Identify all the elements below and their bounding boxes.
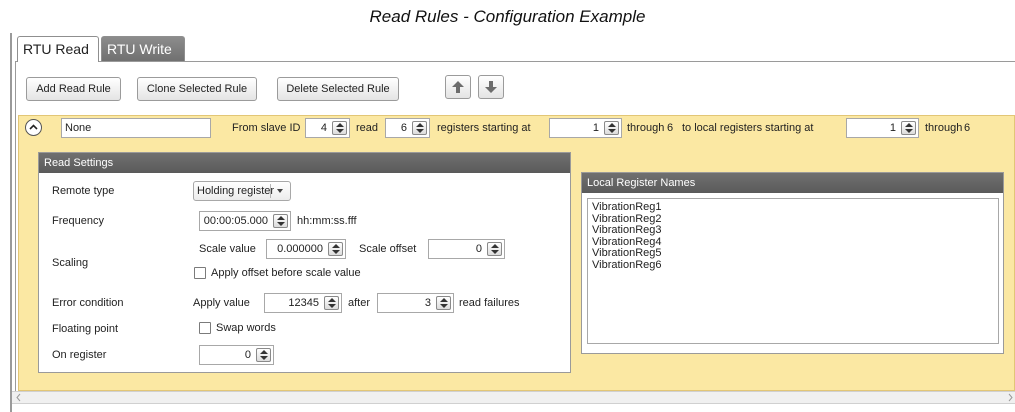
start-register-value: 1 [592, 122, 599, 134]
figure-caption: Read Rules - Configuration Example [369, 7, 646, 26]
list-item: VibrationReg6 [592, 258, 662, 271]
failures-value: 3 [424, 297, 431, 309]
after-label: after [348, 297, 371, 309]
frequency-format-label: hh:mm:ss.fff [297, 215, 357, 227]
arrow-up-icon [452, 81, 464, 93]
chevron-up-icon [29, 124, 38, 130]
from-slave-label: From slave ID [232, 122, 301, 134]
tab-rtu-read-label: RTU Read [23, 41, 89, 57]
register-count-value: 6 [400, 122, 407, 134]
spinner-icon[interactable] [436, 296, 451, 310]
read-label: read [356, 122, 379, 134]
scale-offset-input[interactable]: 0 [428, 239, 505, 259]
through-label: through [627, 122, 665, 134]
on-register-value: 0 [244, 349, 251, 361]
move-down-button[interactable] [478, 75, 504, 99]
spinner-icon[interactable] [273, 214, 288, 228]
add-read-rule-button[interactable]: Add Read Rule [26, 77, 121, 101]
delete-selected-rule-button[interactable]: Delete Selected Rule [277, 77, 399, 101]
local-register-names-textarea[interactable]: VibrationReg1 VibrationReg2 VibrationReg… [587, 198, 999, 344]
tab-rtu-write-label: RTU Write [107, 41, 172, 57]
local-registers-label: to local registers starting at [682, 122, 814, 134]
collapse-rule-button[interactable] [25, 119, 42, 136]
spinner-icon[interactable] [256, 348, 271, 362]
slave-id-input[interactable]: 4 [305, 118, 350, 138]
tab-rtu-write[interactable]: RTU Write [101, 36, 185, 62]
floating-point-label: Floating point [52, 323, 119, 335]
local-register-names-title: Local Register Names [582, 173, 1003, 193]
horizontal-scrollbar[interactable] [12, 391, 1015, 404]
scaling-label: Scaling [52, 257, 89, 269]
rule-name-input[interactable]: None [61, 118, 211, 138]
chevron-down-icon [277, 189, 283, 193]
list-item: VibrationReg5 [592, 247, 662, 259]
local-through-value: 6 [964, 122, 971, 134]
start-register-input[interactable]: 1 [549, 118, 622, 138]
read-failures-label: read failures [459, 297, 520, 309]
spinner-icon[interactable] [328, 242, 343, 256]
local-start-value: 1 [889, 122, 896, 134]
list-item: VibrationReg1 [592, 201, 662, 213]
scale-value-input[interactable]: 0.000000 [266, 239, 346, 259]
through-value: 6 [667, 122, 674, 134]
apply-value-input[interactable]: 12345 [264, 293, 342, 313]
failures-input[interactable]: 3 [377, 293, 454, 313]
tab-rtu-read[interactable]: RTU Read [17, 36, 99, 62]
scale-offset-value: 0 [475, 243, 482, 255]
frame-border [10, 33, 12, 412]
spinner-icon[interactable] [324, 296, 339, 310]
read-settings-title: Read Settings [39, 153, 570, 173]
frequency-value: 00:00:05.000 [203, 215, 268, 227]
on-register-label: On register [52, 349, 107, 361]
read-settings-panel: Read Settings [38, 152, 571, 373]
frequency-input[interactable]: 00:00:05.000 [199, 211, 291, 231]
arrow-down-icon [485, 81, 497, 93]
dropdown-button[interactable] [270, 184, 288, 198]
swap-words-label: Swap words [216, 322, 276, 334]
scale-value: 0.000000 [277, 243, 323, 255]
spinner-icon[interactable] [412, 121, 427, 135]
swap-words-checkbox[interactable] [199, 322, 211, 334]
remote-type-value: Holding register [197, 185, 275, 197]
register-count-input[interactable]: 6 [385, 118, 430, 138]
spinner-icon[interactable] [901, 121, 916, 135]
apply-value-label: Apply value [193, 297, 250, 309]
spinner-icon[interactable] [604, 121, 619, 135]
clone-selected-rule-button[interactable]: Clone Selected Rule [137, 77, 257, 101]
spinner-icon[interactable] [487, 242, 502, 256]
scroll-left-icon[interactable] [14, 392, 24, 403]
apply-value: 12345 [288, 297, 319, 309]
spinner-icon[interactable] [332, 121, 347, 135]
local-start-input[interactable]: 1 [846, 118, 919, 138]
slave-id-value: 4 [320, 122, 327, 134]
apply-offset-checkbox[interactable] [194, 267, 206, 279]
scale-value-label: Scale value [199, 243, 256, 255]
scroll-right-icon[interactable] [1005, 392, 1015, 403]
remote-type-select[interactable]: Holding register [193, 181, 291, 201]
list-item: VibrationReg3 [592, 224, 662, 236]
registers-starting-label: registers starting at [437, 122, 531, 134]
scale-offset-label: Scale offset [359, 243, 417, 255]
local-through-label: through [925, 122, 963, 134]
frequency-label: Frequency [52, 215, 104, 227]
apply-offset-label: Apply offset before scale value [211, 267, 361, 279]
error-condition-label: Error condition [52, 297, 124, 309]
move-up-button[interactable] [445, 75, 471, 99]
on-register-input[interactable]: 0 [199, 345, 274, 365]
remote-type-label: Remote type [52, 185, 115, 197]
